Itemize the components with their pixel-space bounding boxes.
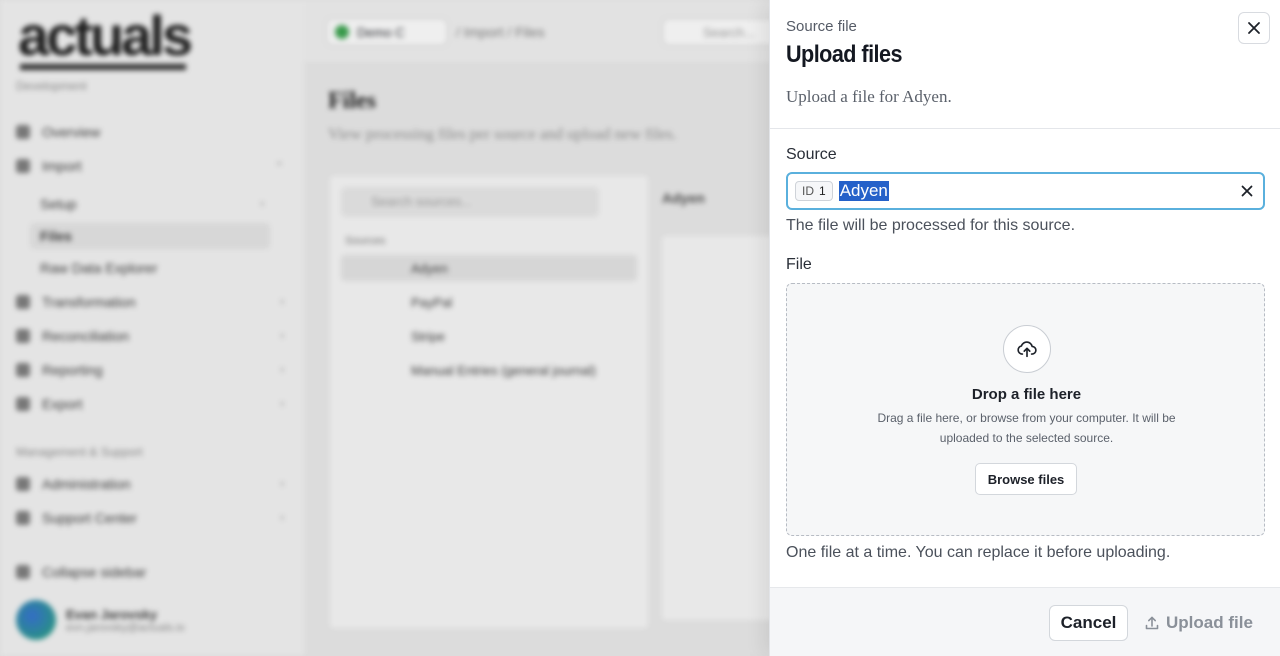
source-combobox-value[interactable]: Adyen [838,181,889,201]
divider [770,128,1280,129]
panel-title: Upload files [786,41,902,68]
panel-eyebrow: Source file [786,18,857,35]
upload-file-label: Upload file [1166,613,1253,632]
close-button[interactable] [1238,12,1270,44]
panel-description: Upload a file for Adyen. [786,87,952,106]
dropzone-title: Drop a file here [971,386,1082,403]
browse-files-button[interactable]: Browse files [975,463,1077,495]
source-hint: The file will be processed for this sour… [786,217,1076,234]
upload-icon [1145,616,1159,630]
source-id-chip: ID 1 [795,181,833,201]
clear-icon[interactable] [1239,183,1255,199]
upload-cloud-icon [1003,325,1051,373]
source-label: Source [786,146,837,163]
panel-footer: Cancel Upload file [770,587,1280,656]
source-combobox[interactable]: ID 1 Adyen [786,172,1265,210]
file-label: File [786,256,812,273]
file-hint: One file at a time. You can replace it b… [786,544,1171,561]
cancel-button[interactable]: Cancel [1049,605,1128,641]
dropzone-description: Drag a file here, or browse from your co… [877,411,1176,445]
upload-files-panel: Source file Upload files Upload a file f… [769,0,1280,656]
file-dropzone[interactable]: Drop a file here Drag a file here, or br… [786,283,1265,536]
close-icon [1248,22,1260,34]
upload-file-button[interactable]: Upload file [1144,605,1253,641]
